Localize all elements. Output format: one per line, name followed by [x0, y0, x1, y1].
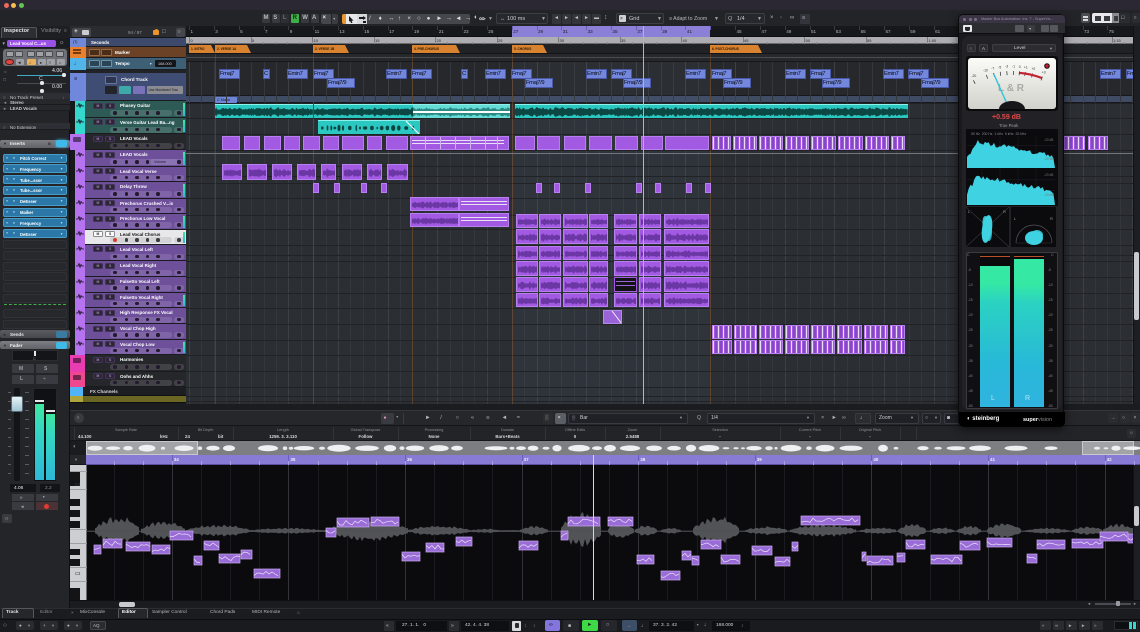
svg-text:-1: -1 — [1012, 65, 1015, 69]
svg-text:-20: -20 — [971, 74, 976, 78]
svg-text:-10: -10 — [983, 69, 988, 73]
svg-text:R: R — [1003, 209, 1006, 214]
svg-text:-7: -7 — [991, 67, 994, 71]
svg-text:-3: -3 — [1005, 65, 1008, 69]
svg-text:-5: -5 — [998, 65, 1001, 69]
svg-text:+3: +3 — [1042, 70, 1046, 74]
svg-text:0: 0 — [1019, 65, 1021, 69]
svg-text:R: R — [1050, 216, 1053, 221]
svg-text:+1: +1 — [1024, 66, 1028, 70]
svg-text:+2: +2 — [1031, 67, 1035, 71]
